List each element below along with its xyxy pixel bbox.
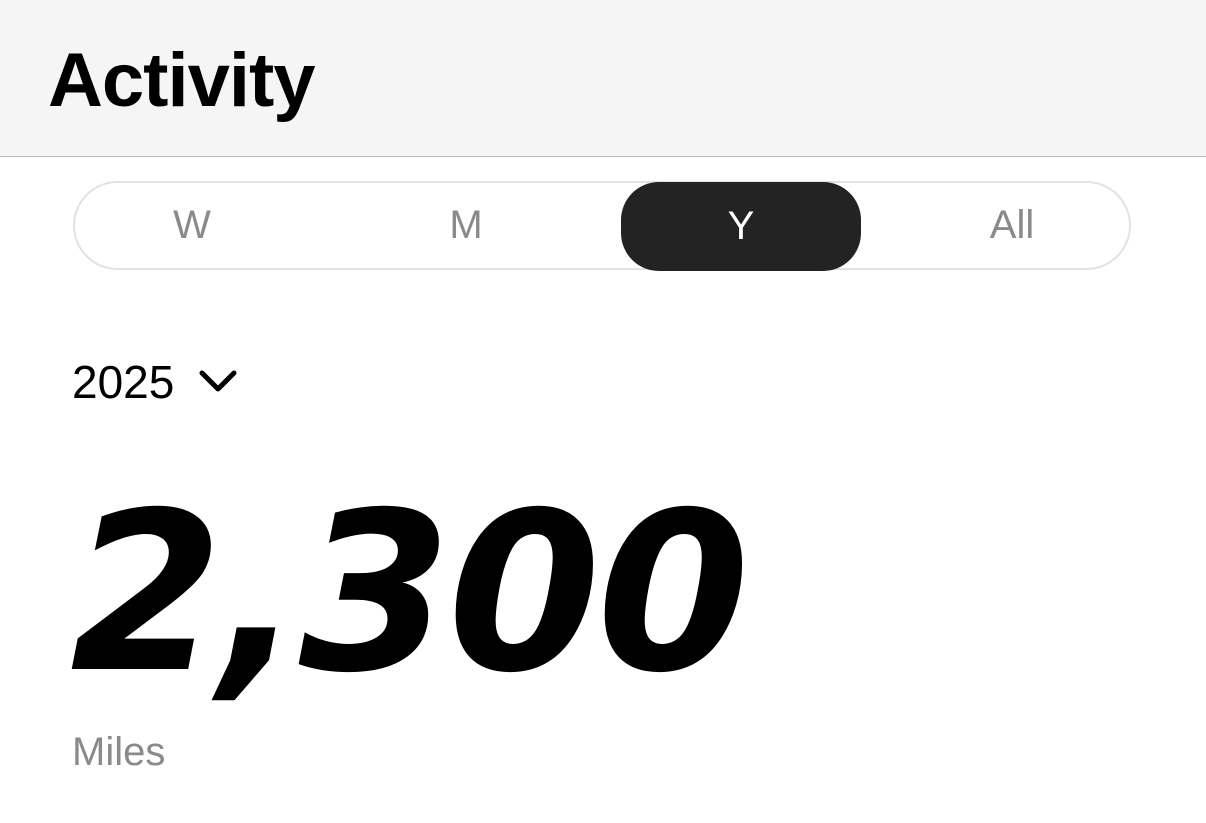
segment-all[interactable]: All xyxy=(895,183,1129,268)
header-bar: Activity xyxy=(0,0,1206,157)
segment-year[interactable]: Y xyxy=(621,182,861,271)
total-distance-value: 2,300 xyxy=(70,465,750,721)
distance-unit-label: Miles xyxy=(72,730,166,774)
year-label: 2025 xyxy=(72,356,175,408)
period-segmented-control: W M Y All xyxy=(73,181,1131,271)
page-title: Activity xyxy=(48,38,316,123)
segment-week[interactable]: W xyxy=(75,183,309,268)
segment-month[interactable]: M xyxy=(349,183,583,268)
year-picker[interactable]: 2025 xyxy=(72,352,238,412)
chevron-down-icon xyxy=(198,367,238,397)
